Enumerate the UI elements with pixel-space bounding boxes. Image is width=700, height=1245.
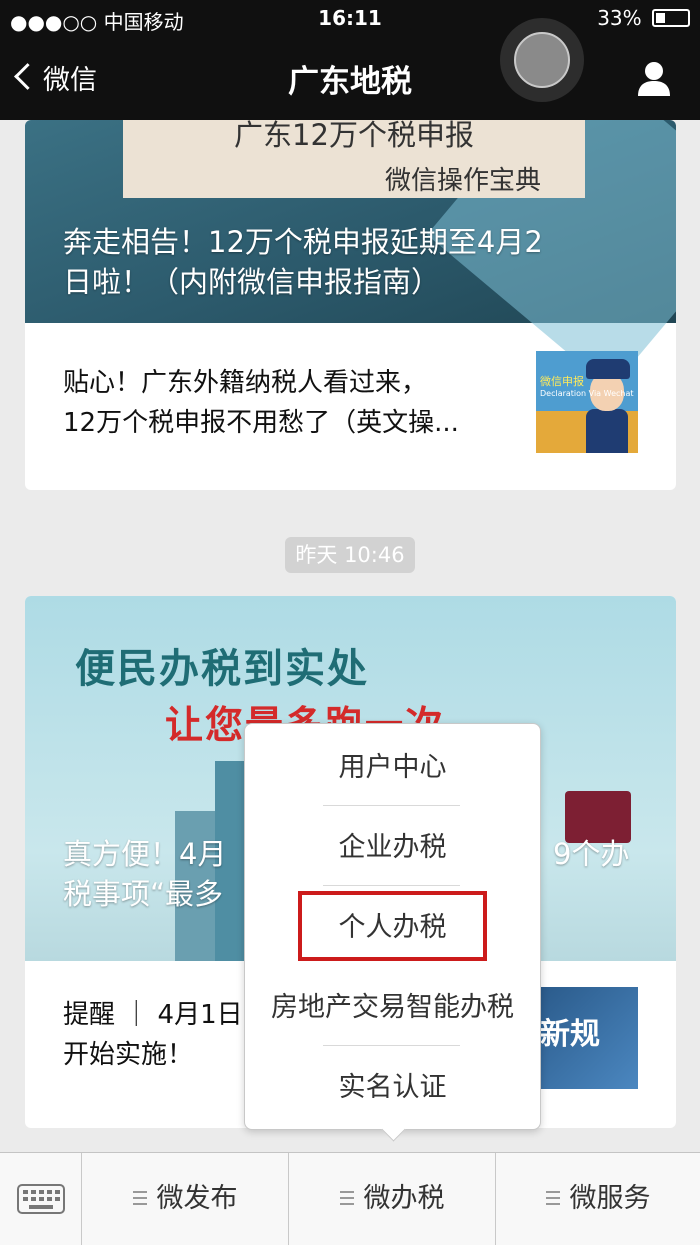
navigation-bar: 微信 广东地税 [0, 18, 700, 120]
status-right: 33% [597, 6, 690, 30]
battery-icon [652, 9, 690, 27]
sub-article-title: 提醒 ｜ 4月1日 开始实施！ [63, 1000, 243, 1070]
article-thumbnail: 新规 [536, 987, 638, 1089]
sub-article-title: 贴心！广东外籍纳税人看过来， 12万个税申报不用愁了（英文操... [63, 368, 459, 438]
menu-divider [323, 885, 460, 886]
cover-banner-subtitle: 微信操作宝典 [384, 166, 541, 196]
thumbnail-sublabel: Declaration Via Wechat [540, 389, 634, 398]
timestamp-divider: 昨天 10:46 [285, 537, 415, 573]
keyboard-toggle-button[interactable] [0, 1153, 82, 1245]
highlight-box [298, 891, 487, 961]
sub-article-item[interactable]: 贴心！广东外籍纳税人看过来， 12万个税申报不用愁了（英文操... 微信申报 D… [25, 323, 676, 490]
menu-item-real-name-auth[interactable]: 实名认证 [245, 1048, 540, 1128]
menu-item-user-center[interactable]: 用户中心 [245, 728, 540, 808]
menu-item-real-estate-tax[interactable]: 房地产交易智能办税 [245, 968, 540, 1048]
article-title: 奔走相告！12万个税申报延期至4月2 日啦！（内附微信申报指南） [63, 225, 543, 299]
menu-divider [323, 1045, 460, 1046]
cover-banner: 广东12万个税申报 微信操作宝典 [123, 120, 585, 198]
article-cover[interactable]: 广东12万个税申报 微信操作宝典 奔走相告！12万个税申报延期至4月2 日啦！（… [25, 120, 676, 390]
profile-icon[interactable] [636, 60, 672, 96]
article-title-fragment: 9个办 [553, 837, 630, 871]
article-title: 真方便！4月 税事项“最多 [63, 837, 227, 911]
tab-wei-service[interactable]: 微服务 [496, 1153, 700, 1245]
clock: 16:11 [318, 6, 382, 30]
menu-icon [545, 1191, 560, 1205]
status-bar: ●●●○○ 中国移动 16:11 33% [0, 0, 700, 38]
submenu-popup: 用户中心 企业办税 个人办税 房地产交易智能办税 实名认证 [244, 723, 541, 1142]
thumbnail-label: 新规 [540, 1017, 600, 1052]
tab-wei-publish[interactable]: 微发布 [82, 1153, 288, 1245]
keyboard-icon [17, 1184, 65, 1214]
bottom-menu-bar: 微发布 微办税 微服务 [0, 1152, 700, 1245]
battery-percent: 33% [597, 6, 642, 30]
menu-icon [132, 1191, 147, 1205]
tab-wei-tax[interactable]: 微办税 [289, 1153, 495, 1245]
menu-item-enterprise-tax[interactable]: 企业办税 [245, 808, 540, 888]
article-thumbnail: 微信申报 Declaration Via Wechat [536, 351, 638, 453]
cover-headline: 便民办税到实处 [75, 646, 369, 692]
page-title: 广东地税 [288, 64, 412, 100]
assistive-touch-button[interactable] [500, 18, 584, 102]
article-card: 广东12万个税申报 微信操作宝典 奔走相告！12万个税申报延期至4月2 日啦！（… [25, 120, 676, 490]
menu-divider [323, 805, 460, 806]
menu-icon [339, 1191, 354, 1205]
thumbnail-label: 微信申报 [540, 375, 584, 388]
cover-banner-title: 广东12万个税申报 [234, 120, 474, 152]
